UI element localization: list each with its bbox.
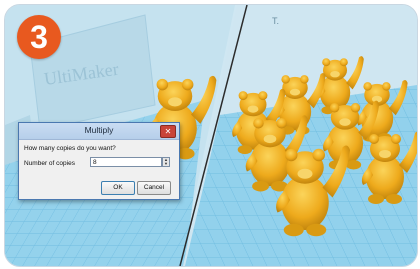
- copies-question: How many copies do you want?: [24, 145, 116, 152]
- step-badge: 3: [17, 15, 61, 59]
- dialog-titlebar[interactable]: Multiply ✕: [19, 123, 179, 140]
- copies-input[interactable]: 8: [90, 157, 162, 167]
- close-icon[interactable]: ✕: [160, 125, 176, 138]
- dialog-title: Multiply: [84, 125, 114, 135]
- cancel-button[interactable]: Cancel: [137, 181, 171, 195]
- copies-label: Number of copies: [24, 160, 75, 167]
- viewport-scene: UltiMaker T. 3 Multiply ✕ How many copie…: [4, 4, 418, 267]
- ok-button[interactable]: OK: [101, 181, 135, 195]
- svg-text:T.: T.: [272, 16, 279, 26]
- copies-stepper[interactable]: ▲ ▼: [162, 157, 170, 167]
- multiply-dialog: Multiply ✕ How many copies do you want? …: [18, 122, 180, 200]
- screenshot-frame: UltiMaker T. 3 Multiply ✕ How many copie…: [0, 0, 420, 269]
- spin-down-icon[interactable]: ▼: [163, 162, 169, 166]
